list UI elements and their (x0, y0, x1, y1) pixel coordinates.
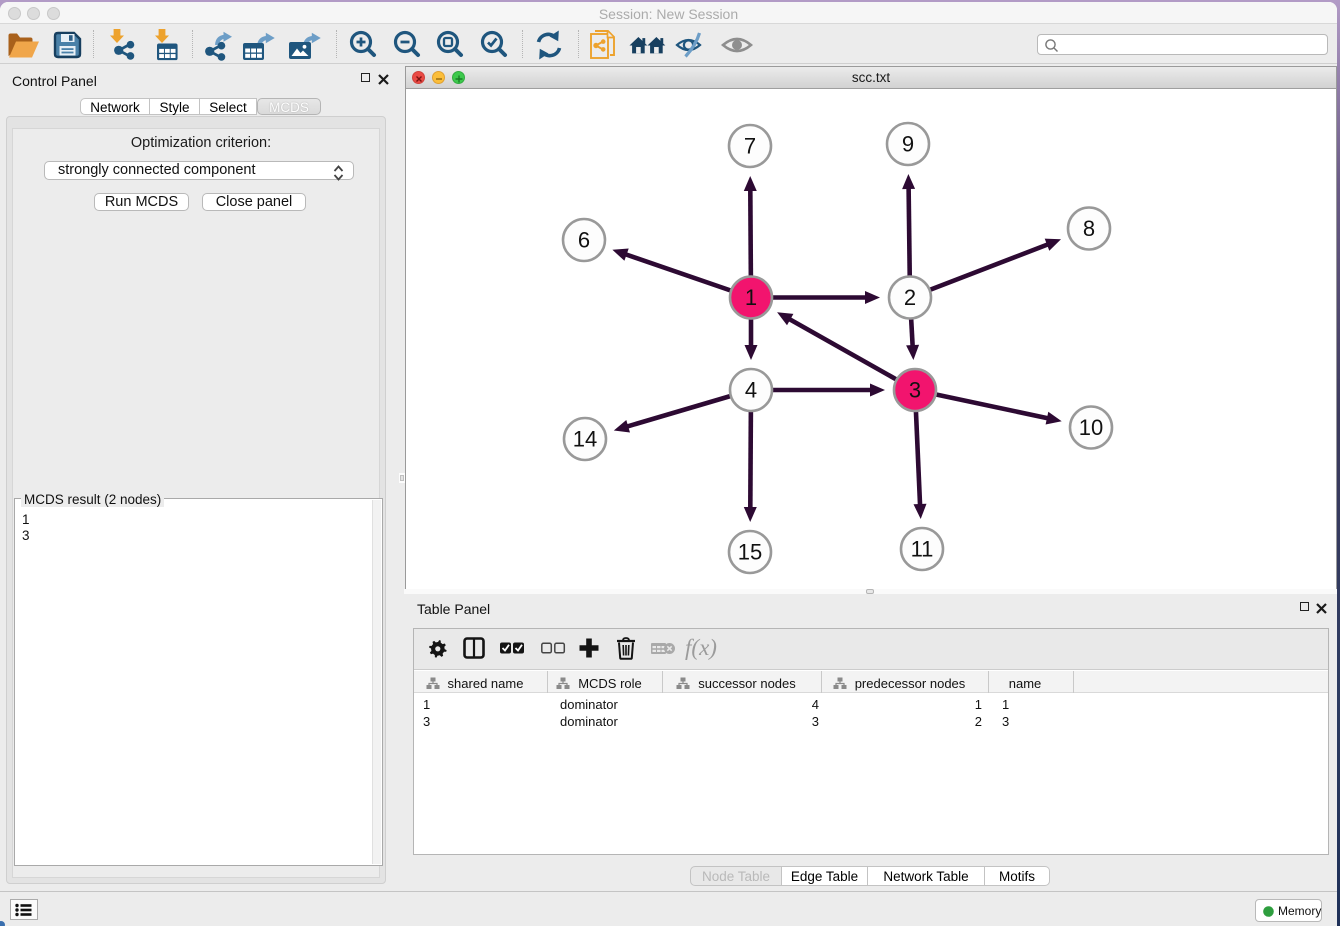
svg-text:3: 3 (909, 378, 921, 403)
svg-text:8: 8 (1083, 216, 1095, 241)
svg-text:11: 11 (911, 537, 934, 562)
svg-text:7: 7 (744, 134, 756, 159)
svg-text:9: 9 (902, 132, 914, 157)
svg-text:4: 4 (745, 378, 757, 403)
svg-text:10: 10 (1079, 415, 1103, 440)
svg-text:6: 6 (578, 228, 590, 253)
svg-text:2: 2 (904, 285, 916, 310)
svg-text:1: 1 (745, 285, 757, 310)
svg-text:15: 15 (738, 540, 762, 565)
svg-text:14: 14 (573, 427, 597, 452)
